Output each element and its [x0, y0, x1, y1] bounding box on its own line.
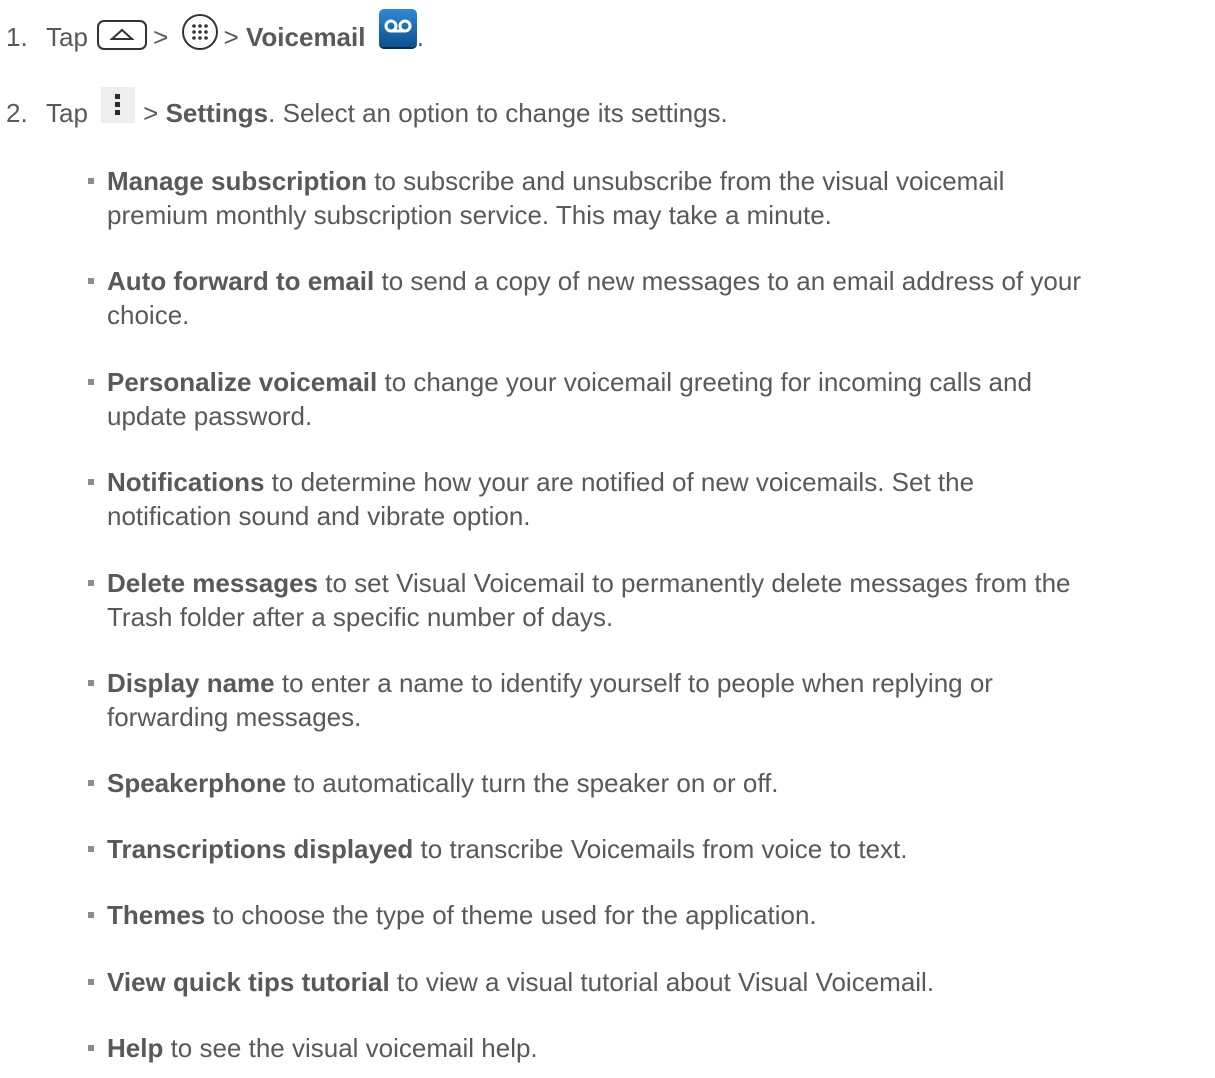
voicemail-label: Voicemail [246, 22, 366, 52]
settings-label: Settings [165, 98, 269, 128]
option-name: Personalize voicemail [107, 367, 378, 397]
option-description-cont: forwarding messages. [107, 702, 362, 732]
menu-icon [101, 87, 136, 124]
bullet-icon [88, 780, 94, 786]
bullet-icon [88, 912, 94, 918]
option-description: to subscribe and unsubscribe from the vi… [367, 166, 1005, 196]
option-name: Transcriptions displayed [107, 834, 414, 864]
option-description: to enter a name to identify yourself to … [274, 668, 993, 698]
step-text-rest: . Select an option to change its setting… [268, 98, 728, 128]
step-1: 1. Tap > > Voicemail . [6, 9, 424, 58]
bullet-icon [88, 580, 94, 586]
bullet-icon [88, 979, 94, 985]
step-number: 2. [6, 98, 28, 128]
bullet-icon [88, 1045, 94, 1051]
option-description: to determine how your are notified of ne… [264, 467, 975, 497]
option-description-cont: update password. [107, 401, 313, 431]
step-end: . [416, 22, 424, 52]
option-name: Display name [107, 668, 275, 698]
option-name: Speakerphone [107, 768, 287, 798]
option-description: to view a visual tutorial about Visual V… [389, 967, 935, 997]
step-text: Tap [46, 22, 88, 52]
option-name: Delete messages [107, 568, 319, 598]
option-name: Notifications [107, 467, 265, 497]
option-description-cont: premium monthly subscription service. Th… [107, 200, 832, 230]
step-number: 1. [6, 22, 28, 52]
option-description: to set Visual Voicemail to permanently d… [318, 568, 1071, 598]
option-description: to choose the type of theme used for the… [205, 900, 817, 930]
option-name: Help [107, 1033, 164, 1063]
option-name: Auto forward to email [107, 266, 375, 296]
option-name: View quick tips tutorial [107, 967, 390, 997]
home-button-icon [97, 20, 148, 51]
bullet-icon [88, 379, 94, 385]
bullet-icon [88, 278, 94, 284]
option-description: to change your voicemail greeting for in… [377, 367, 1032, 397]
separator: > [143, 98, 159, 128]
option-name: Themes [107, 900, 206, 930]
bullet-icon [88, 680, 94, 686]
step-2: 2. Tap > Settings. Select an option to ch… [6, 87, 728, 133]
voicemail-app-icon [378, 9, 417, 48]
apps-button-icon [181, 14, 218, 51]
option-description: to transcribe Voicemails from voice to t… [413, 834, 908, 864]
separator: > [223, 22, 239, 52]
option-description-cont: notification sound and vibrate option. [107, 501, 531, 531]
bullet-icon [88, 846, 94, 852]
option-description-cont: choice. [107, 300, 190, 330]
separator: > [153, 22, 169, 52]
option-description-cont: Trash folder after a specific number of … [107, 602, 614, 632]
step-text: Tap [46, 98, 88, 128]
option-description: to see the visual voicemail help. [163, 1033, 538, 1063]
option-description: to automatically turn the speaker on or … [286, 768, 779, 798]
bullet-icon [88, 178, 94, 184]
bullet-icon [88, 479, 94, 485]
option-name: Manage subscription [107, 166, 368, 196]
option-description: to send a copy of new messages to an ema… [374, 266, 1081, 296]
